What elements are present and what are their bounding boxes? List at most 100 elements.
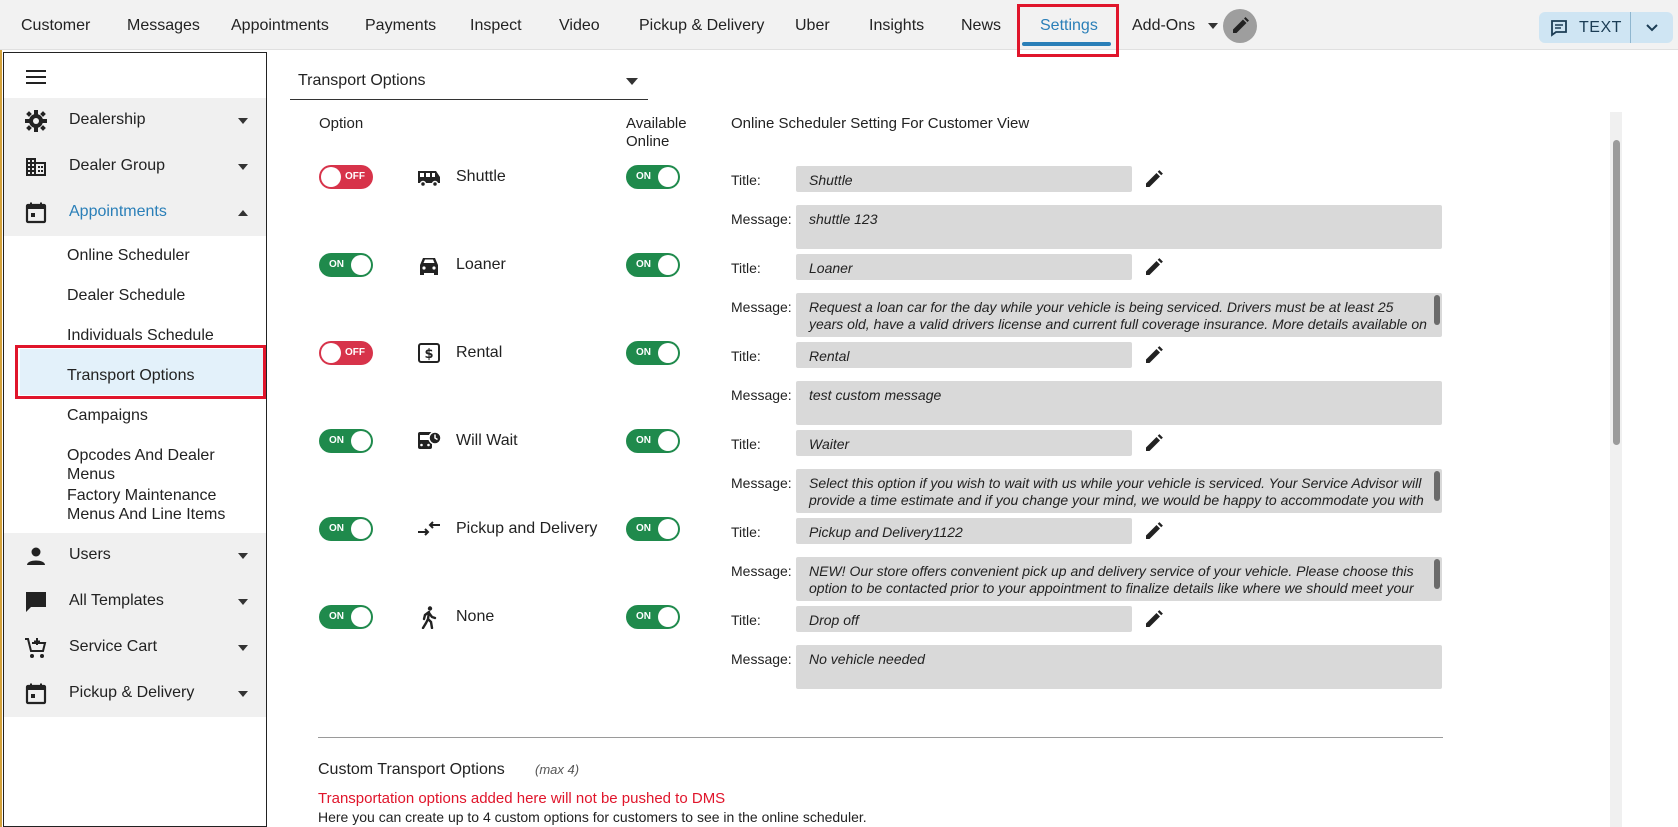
title-label: Title:	[731, 172, 761, 188]
pencil-icon[interactable]	[1143, 608, 1165, 630]
sidebar-group-dealer-group[interactable]: Dealer Group	[4, 144, 266, 190]
toggle-knob	[658, 431, 678, 451]
custom-options-max: (max 4)	[535, 762, 580, 777]
tab-appointments[interactable]: Appointments	[231, 0, 329, 50]
pencil-icon[interactable]	[1143, 256, 1165, 278]
message-input-shuttle[interactable]: shuttle 123	[796, 205, 1442, 249]
title-input-will-wait[interactable]: Waiter	[796, 430, 1132, 456]
column-header-option: Option	[319, 115, 364, 132]
sidebar-item-online-scheduler[interactable]: Online Scheduler	[67, 246, 190, 265]
title-input-loaner[interactable]: Loaner	[796, 254, 1132, 280]
sidebar-group-dealership[interactable]: Dealership	[4, 98, 266, 144]
message-input-none[interactable]: No vehicle needed	[796, 645, 1442, 689]
toggle-knob	[321, 343, 341, 363]
walking-icon	[421, 606, 437, 629]
content-scrollbar-thumb[interactable]	[1613, 140, 1620, 445]
toggle-state-label: ON	[329, 611, 344, 622]
toggle-enabled-pickup-and-delivery[interactable]: ON	[319, 517, 373, 541]
toggle-available-online-will-wait[interactable]: ON	[626, 429, 680, 453]
tab-pickup-delivery[interactable]: Pickup & Delivery	[639, 0, 764, 50]
toggle-enabled-loaner[interactable]: ON	[319, 253, 373, 277]
sidebar-group-appointments[interactable]: Appointments	[4, 190, 266, 236]
message-text: No vehicle needed	[809, 651, 925, 667]
title-label: Title:	[731, 612, 761, 628]
settings-section-select[interactable]: Transport Options	[290, 66, 648, 100]
toggle-enabled-shuttle[interactable]: OFF	[319, 165, 373, 189]
pencil-icon[interactable]	[1143, 432, 1165, 454]
tab-uber[interactable]: Uber	[795, 0, 830, 50]
option-name-loaner: Loaner	[456, 256, 506, 273]
dms-warning: Transportation options added here will n…	[318, 790, 726, 807]
toggle-knob	[351, 431, 371, 451]
message-scrollbar[interactable]	[1434, 295, 1440, 325]
toggle-enabled-rental[interactable]: OFF	[319, 341, 373, 365]
message-label: Message:	[731, 651, 792, 667]
menu-icon[interactable]	[26, 70, 46, 88]
sidebar-item-dealer-schedule[interactable]: Dealer Schedule	[67, 286, 185, 305]
chevron-down-icon	[238, 553, 248, 559]
tab-video[interactable]: Video	[559, 0, 600, 50]
toggle-available-online-shuttle[interactable]: ON	[626, 165, 680, 189]
sidebar-item-factory-maintenance[interactable]: Factory Maintenance Menus And Line Items	[67, 486, 257, 524]
chevron-down-icon	[626, 78, 638, 85]
toggle-knob	[321, 167, 341, 187]
pencil-icon[interactable]	[1143, 168, 1165, 190]
title-input-none[interactable]: Drop off	[796, 606, 1132, 632]
message-scrollbar[interactable]	[1434, 559, 1440, 589]
sidebar-group-users[interactable]: Users	[4, 533, 266, 579]
message-scrollbar[interactable]	[1434, 471, 1440, 501]
settings-sidebar: Dealership Dealer Group Appointments Onl…	[3, 52, 267, 827]
tab-news[interactable]: News	[961, 0, 1001, 50]
tab-payments[interactable]: Payments	[365, 0, 436, 50]
sidebar-group-label: All Templates	[69, 592, 164, 609]
text-button[interactable]: TEXT	[1539, 12, 1673, 43]
title-input-pickup-and-delivery[interactable]: Pickup and Delivery1122	[796, 518, 1132, 544]
message-input-pickup-and-delivery[interactable]: NEW! Our store offers convenient pick up…	[796, 557, 1442, 601]
toggle-enabled-none[interactable]: ON	[319, 605, 373, 629]
toggle-enabled-will-wait[interactable]: ON	[319, 429, 373, 453]
custom-options-title: Custom Transport Options	[318, 761, 505, 778]
toggle-available-online-rental[interactable]: ON	[626, 341, 680, 365]
toggle-available-online-pickup-and-delivery[interactable]: ON	[626, 517, 680, 541]
window-edge	[0, 0, 2, 827]
sidebar-item-opcodes[interactable]: Opcodes And Dealer Menus	[67, 446, 266, 484]
sidebar-item-campaigns[interactable]: Campaigns	[67, 406, 148, 425]
chevron-down-icon	[238, 599, 248, 605]
message-label: Message:	[731, 211, 792, 227]
chat-icon	[26, 592, 46, 612]
calendar-icon	[25, 683, 47, 705]
toggle-state-label: ON	[329, 259, 344, 270]
svg-text:$: $	[424, 347, 433, 362]
toggle-available-online-loaner[interactable]: ON	[626, 253, 680, 277]
button-separator	[1630, 12, 1631, 43]
sidebar-group-all-templates[interactable]: All Templates	[4, 579, 266, 625]
gear-icon	[25, 110, 47, 132]
cart-icon	[25, 638, 47, 658]
tab-add-ons[interactable]: Add-Ons	[1132, 0, 1218, 50]
pencil-icon[interactable]	[1143, 520, 1165, 542]
title-input-shuttle[interactable]: Shuttle	[796, 166, 1132, 192]
message-input-rental[interactable]: test custom message	[796, 381, 1442, 425]
settings-tab-highlight	[1017, 4, 1119, 57]
message-input-will-wait[interactable]: Select this option if you wish to wait w…	[796, 469, 1442, 513]
message-input-loaner[interactable]: Request a loan car for the day while you…	[796, 293, 1442, 337]
title-input-rental[interactable]: Rental	[796, 342, 1132, 368]
pencil-icon[interactable]	[1143, 344, 1165, 366]
tab-messages[interactable]: Messages	[127, 0, 200, 50]
sidebar-item-individuals-schedule[interactable]: Individuals Schedule	[67, 326, 214, 345]
tab-inspect[interactable]: Inspect	[470, 0, 522, 50]
sidebar-group-service-cart[interactable]: Service Cart	[4, 625, 266, 671]
chevron-down-icon	[238, 118, 248, 124]
bus-clock-icon	[418, 431, 442, 449]
edit-tabs-button[interactable]	[1223, 9, 1257, 43]
option-name-will-wait: Will Wait	[456, 432, 518, 449]
text-button-label: TEXT	[1579, 19, 1622, 36]
tab-insights[interactable]: Insights	[869, 0, 924, 50]
car-icon	[420, 258, 438, 275]
building-icon	[26, 158, 46, 176]
title-label: Title:	[731, 348, 761, 364]
chevron-down-icon[interactable]	[1644, 21, 1660, 35]
sidebar-group-pickup-delivery[interactable]: Pickup & Delivery	[4, 671, 266, 717]
tab-customer[interactable]: Customer	[21, 0, 90, 50]
toggle-available-online-none[interactable]: ON	[626, 605, 680, 629]
